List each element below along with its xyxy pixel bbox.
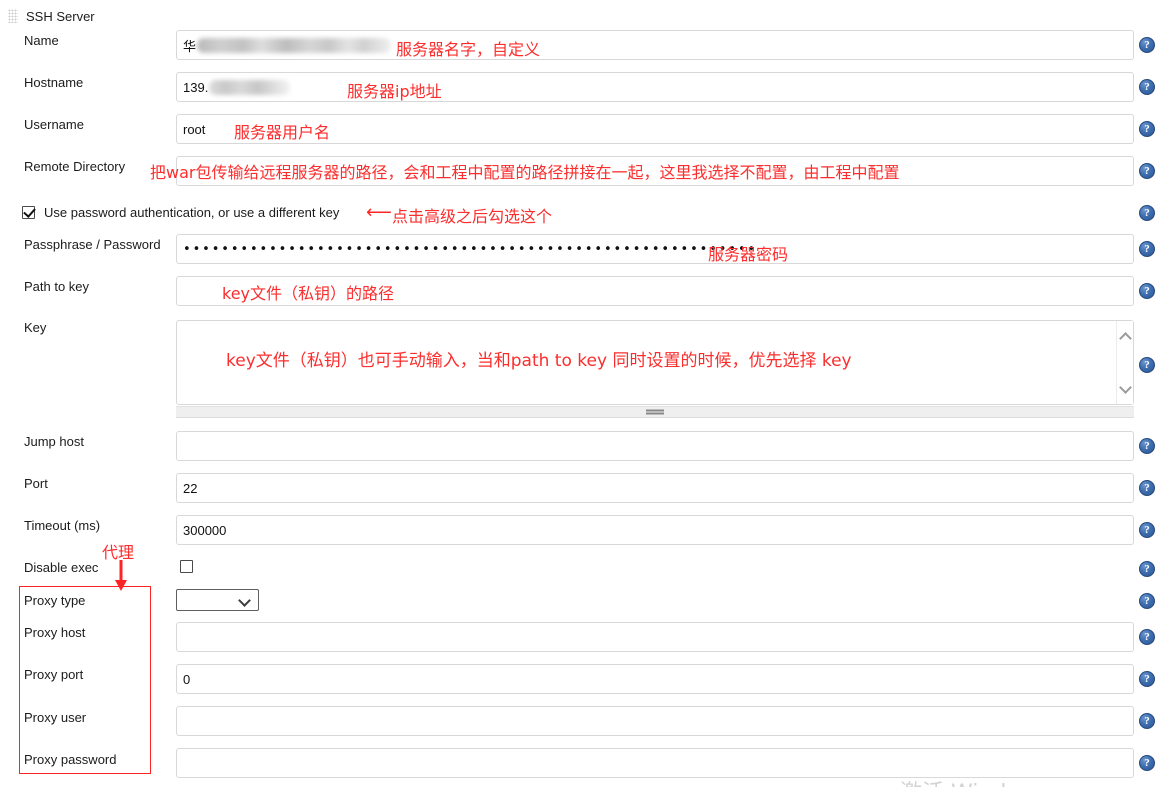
help-icon-path-to-key[interactable]: ? [1139,283,1155,299]
label-proxy-host: Proxy host [24,625,86,640]
label-timeout: Timeout (ms) [24,518,101,533]
label-use-password-auth: Use password authentication, or use a di… [44,205,340,220]
drag-grip-icon[interactable] [8,9,18,23]
panel-title: SSH Server [26,8,95,24]
hostname-redaction [209,79,291,95]
timeout-input[interactable]: 300000 [176,515,1134,545]
use-password-auth-checkbox[interactable] [22,206,35,219]
help-icon-proxy-host[interactable]: ? [1139,629,1155,645]
label-name: Name [24,33,59,48]
jump-host-input[interactable] [176,431,1134,461]
label-jump-host: Jump host [24,434,84,449]
help-icon-proxy-port[interactable]: ? [1139,671,1155,687]
help-icon-jump-host[interactable]: ? [1139,438,1155,454]
help-icon-proxy-password[interactable]: ? [1139,755,1155,771]
help-icon-username[interactable]: ? [1139,121,1155,137]
help-icon-name[interactable]: ? [1139,37,1155,53]
proxy-port-input-value: 0 [183,671,191,687]
annotation-arrow-left-icon: ⟵ [366,202,392,222]
label-port: Port [24,476,48,491]
label-hostname: Hostname [24,75,84,90]
help-icon-proxy-type[interactable]: ? [1139,593,1155,609]
proxy-user-input[interactable] [176,706,1134,736]
label-username: Username [24,117,84,132]
label-proxy-user: Proxy user [24,710,87,725]
scroll-up-icon[interactable] [1120,331,1131,342]
proxy-host-input[interactable] [176,622,1134,652]
disable-exec-checkbox[interactable] [180,560,193,573]
key-resize-splitter[interactable] [176,406,1134,418]
help-icon-use-password-auth[interactable]: ? [1139,205,1155,221]
help-icon-hostname[interactable]: ? [1139,79,1155,95]
proxy-password-input[interactable] [176,748,1134,778]
label-disable-exec: Disable exec [24,560,99,575]
help-icon-key[interactable]: ? [1139,357,1155,373]
proxy-type-select[interactable] [176,589,259,611]
panel-header: SSH Server [8,6,95,26]
ssh-server-config-panel: SSH Server Name 华 ? 服务器名字，自定义 Hostname 1… [0,0,1175,787]
hostname-input[interactable]: 139. [176,72,1134,102]
label-path-to-key: Path to key [24,279,90,294]
label-remote-directory: Remote Directory [24,159,126,174]
annotation-passphrase: 服务器密码 [708,245,789,264]
label-proxy-password: Proxy password [24,752,117,767]
label-key: Key [24,320,47,335]
hostname-input-value: 139. [183,79,209,95]
label-proxy-type: Proxy type [24,593,86,608]
passphrase-input-value: ••••••••••••••••••••••••••••••••••••••••… [183,241,758,257]
name-input[interactable]: 华 [176,30,1134,60]
port-input-value: 22 [183,480,198,496]
annotation-arrow-down-icon [115,560,127,591]
key-textarea-scrollbar[interactable] [1116,321,1133,404]
label-passphrase: Passphrase / Password [24,237,161,252]
windows-activation-watermark: 激活 Windows [900,775,1049,787]
help-icon-passphrase[interactable]: ? [1139,241,1155,257]
annotation-name: 服务器名字，自定义 [396,40,541,59]
help-icon-disable-exec[interactable]: ? [1139,561,1155,577]
timeout-input-value: 300000 [183,522,227,538]
port-input[interactable]: 22 [176,473,1134,503]
help-icon-remote-directory[interactable]: ? [1139,163,1155,179]
passphrase-input[interactable]: ••••••••••••••••••••••••••••••••••••••••… [176,234,1134,264]
help-icon-port[interactable]: ? [1139,480,1155,496]
annotation-hostname: 服务器ip地址 [347,82,442,101]
label-proxy-port: Proxy port [24,667,84,682]
annotation-use-password-auth: 点击高级之后勾选这个 [392,207,553,226]
annotation-remote-directory: 把war包传输给远程服务器的路径，会和工程中配置的路径拼接在一起，这里我选择不配… [150,163,900,182]
annotation-key: key文件（私钥）也可手动输入，当和path to key 同时设置的时候，优先… [226,351,852,371]
help-icon-proxy-user[interactable]: ? [1139,713,1155,729]
scroll-down-icon[interactable] [1120,383,1131,394]
help-icon-timeout[interactable]: ? [1139,522,1155,538]
name-input-value: 华 [183,38,197,54]
annotation-username: 服务器用户名 [234,123,331,142]
name-redaction [197,37,392,53]
annotation-path-to-key: key文件（私钥）的路径 [222,284,395,303]
username-input-value: root [183,121,206,137]
proxy-port-input[interactable]: 0 [176,664,1134,694]
chevron-down-icon [240,595,251,606]
splitter-grip-icon [646,409,664,415]
